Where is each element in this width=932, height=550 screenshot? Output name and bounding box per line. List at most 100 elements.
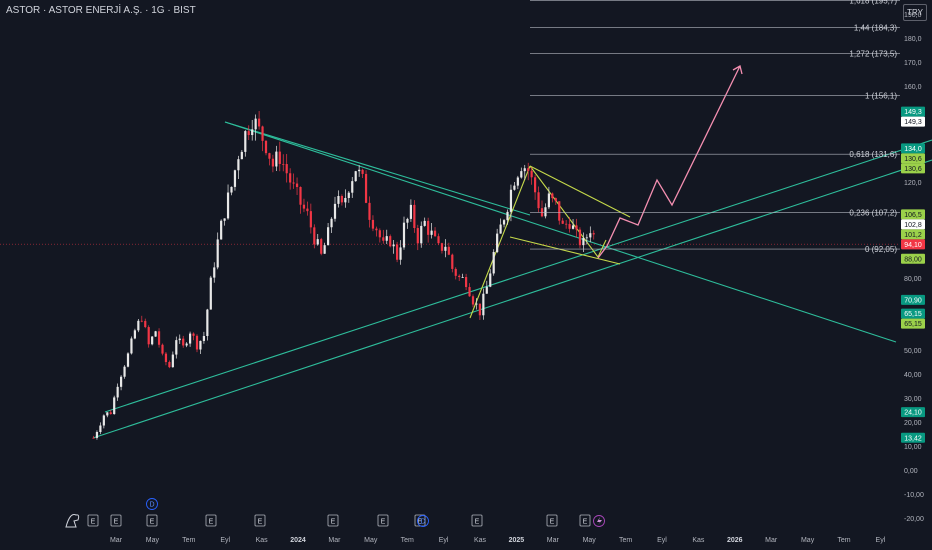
candle xyxy=(102,414,105,429)
fib-level-label: 0,236 (107,2) xyxy=(849,209,897,218)
price-badge-label: 70,90 xyxy=(904,297,922,304)
candle xyxy=(440,242,444,254)
candle-body xyxy=(230,186,233,193)
y-axis: 190,0 180,0 170,0 160,0 120,0 80,00 50,00 40,00… xyxy=(904,12,924,523)
candle xyxy=(537,186,540,213)
candle-body xyxy=(164,353,168,363)
candle-body xyxy=(344,197,347,203)
candle-body xyxy=(347,192,350,198)
earnings-marker-label: E xyxy=(209,519,214,526)
candle xyxy=(354,170,357,182)
candle-body xyxy=(213,267,216,278)
candle xyxy=(223,218,226,226)
candle xyxy=(330,217,333,234)
candle-body xyxy=(513,185,516,190)
candle xyxy=(427,217,430,243)
candle-body xyxy=(433,230,437,237)
candle-body xyxy=(364,173,368,203)
earnings-marker-label: E xyxy=(583,519,588,526)
price-badge-label: 134,0 xyxy=(904,146,922,153)
candle-body xyxy=(171,354,174,368)
x-tick-label: May xyxy=(801,537,815,544)
candle xyxy=(261,125,264,152)
candle xyxy=(423,217,426,227)
candle xyxy=(430,223,433,239)
candle-body xyxy=(537,192,540,209)
candle-body xyxy=(202,336,205,341)
candle xyxy=(496,228,499,254)
candle-body xyxy=(389,236,392,247)
candle xyxy=(295,177,299,195)
candle-body xyxy=(371,219,375,229)
candle-body xyxy=(330,218,333,228)
price-badge: 102,8 xyxy=(901,219,925,230)
candle xyxy=(244,130,247,157)
candle-body xyxy=(275,151,278,167)
x-tick-label: Tem xyxy=(619,537,632,544)
candle-body xyxy=(302,204,306,209)
x-axis: Mar May Tem Eyl Kas 2024 Mar May Tem Eyl Kas 2025 Ma… xyxy=(110,537,886,544)
candle-body xyxy=(478,303,481,316)
candle-body xyxy=(120,376,123,387)
x-tick-label: Kas xyxy=(474,537,487,544)
price-badge: 65,15 xyxy=(901,308,925,319)
candle-body xyxy=(416,228,419,244)
candle-body xyxy=(561,220,564,224)
candle xyxy=(316,233,319,246)
candle xyxy=(378,228,381,243)
earnings-marker-label: E xyxy=(381,519,386,526)
candle xyxy=(178,334,181,344)
candle xyxy=(351,176,354,198)
candle xyxy=(254,114,257,141)
y-tick-label: 180,0 xyxy=(904,36,922,43)
candle-body xyxy=(547,193,550,208)
candle-body xyxy=(458,275,461,278)
candle-body xyxy=(130,338,133,354)
candle-body xyxy=(461,277,464,278)
candle xyxy=(247,125,250,141)
candle xyxy=(492,249,495,276)
candle-body xyxy=(506,211,509,221)
candle xyxy=(320,237,323,256)
candle-body xyxy=(420,225,423,244)
candle-body xyxy=(409,204,412,219)
candle-body xyxy=(430,230,433,235)
earnings-marker: E xyxy=(546,514,558,527)
candle-body xyxy=(282,163,285,165)
price-badge-label: 149,3 xyxy=(904,109,922,116)
candle-body xyxy=(144,320,147,328)
candle-body xyxy=(299,187,302,205)
wedge-impulse-up xyxy=(469,165,531,319)
y-tick-label: 10,00 xyxy=(904,444,922,451)
x-tick-label: Tem xyxy=(182,537,195,544)
candle xyxy=(202,331,205,344)
candle xyxy=(157,328,161,348)
earnings-marker: E xyxy=(205,514,217,527)
candle xyxy=(309,203,312,234)
trendline-top-connector xyxy=(224,121,531,216)
candle xyxy=(520,167,523,179)
candle-body xyxy=(123,366,126,377)
candle-body xyxy=(489,273,492,287)
candle-body xyxy=(361,169,364,174)
candle-body xyxy=(437,236,440,244)
earnings-marker: E xyxy=(110,514,122,527)
candle-body xyxy=(575,225,578,230)
candle xyxy=(230,186,233,196)
candle-body xyxy=(306,208,309,212)
x-tick-label: 2026 xyxy=(727,537,743,544)
candle-body xyxy=(323,245,326,254)
candle-body xyxy=(578,229,582,246)
candle-body xyxy=(534,177,537,193)
candle xyxy=(389,234,392,248)
candle-body xyxy=(137,320,140,331)
candle-body xyxy=(226,192,230,219)
price-badges: 149,3 149,3 134,0 130,6 130,6 106,5 102,8 101,2… xyxy=(901,106,925,443)
candle-body xyxy=(447,246,450,255)
price-chart[interactable]: 1,618 (195,7) 1,44 (184,3) 1,272 (173,5) 1 … xyxy=(0,0,932,550)
candle xyxy=(292,173,295,189)
trendline-ascending-lower xyxy=(92,159,932,439)
candle-body xyxy=(520,171,523,178)
candle-body xyxy=(399,247,402,260)
candle xyxy=(116,383,119,401)
